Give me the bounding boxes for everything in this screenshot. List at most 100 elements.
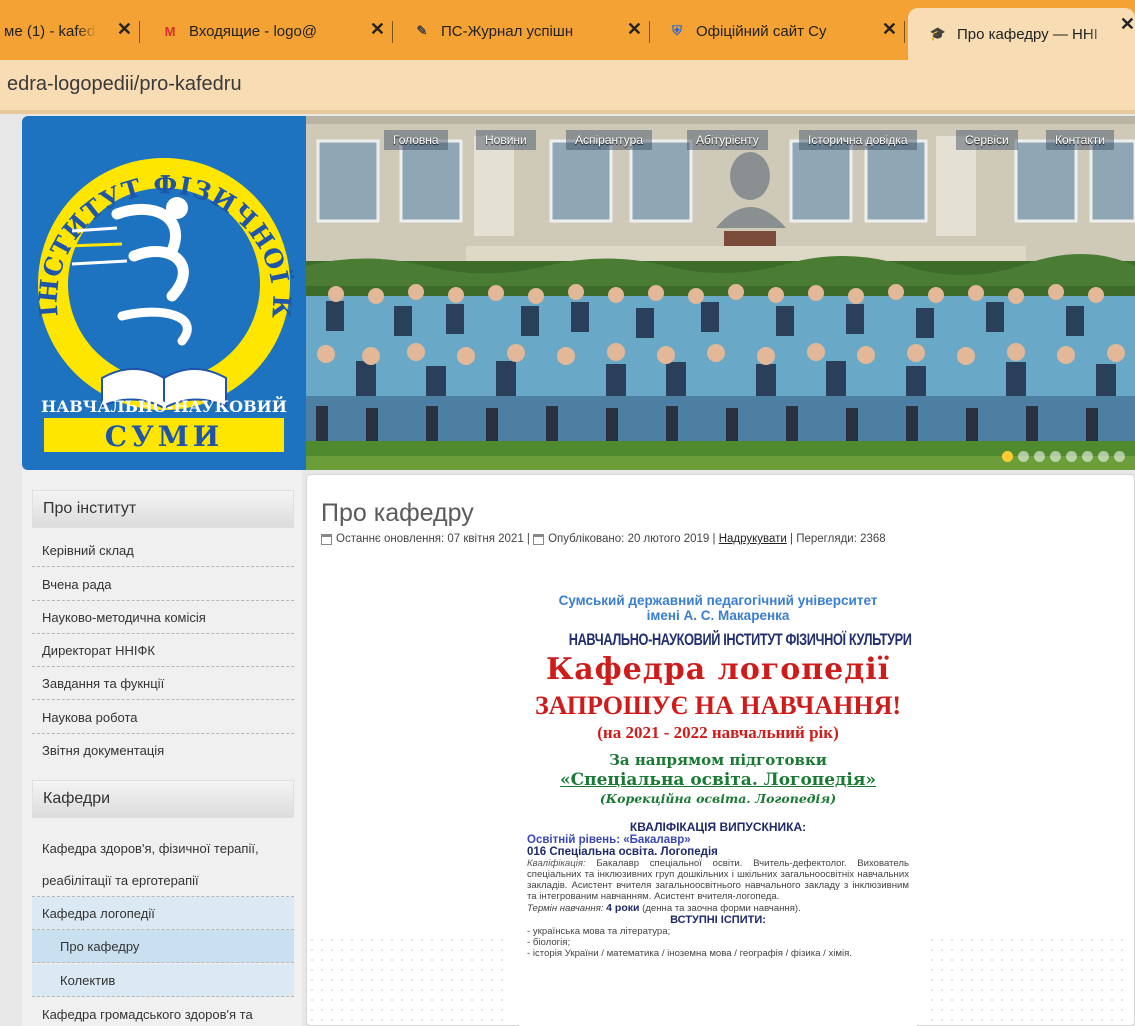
- slider-dots: [1002, 451, 1125, 462]
- sidebar-item-dept-health[interactable]: Кафедра здоров'я, фізичної терапії,: [32, 832, 294, 865]
- background-texture: [927, 935, 1127, 1025]
- poster-year: (на 2021 - 2022 навчальний рік): [597, 723, 839, 742]
- university-shield-icon: ⛨: [672, 23, 682, 38]
- slider-dot[interactable]: [1002, 451, 1013, 462]
- tab-label: Про кафедру — ННІ: [957, 25, 1098, 43]
- poster-exam: - українська мова та література;: [527, 926, 671, 937]
- poster-direction: За напрямом підготовки: [609, 751, 827, 769]
- logo-line1: НАВЧАЛЬНО-НАУКОВИЙ: [41, 395, 287, 416]
- sidebar-item[interactable]: Вчена рада: [32, 568, 294, 601]
- group-photo: [306, 116, 1135, 470]
- sidebar-item[interactable]: Завдання та фукнції: [32, 667, 294, 700]
- divider: [0, 110, 1135, 114]
- main-content: Про кафедру Останнє оновлення: 07 квітня…: [306, 474, 1135, 1026]
- poster-department: Кафедра логопедії: [545, 652, 891, 687]
- poster-university: Сумський державний педагогічний універси…: [558, 593, 878, 608]
- sidebar-item[interactable]: Директорат ННІФК: [32, 634, 294, 667]
- page-title: Про кафедру: [321, 499, 474, 527]
- browser-tab[interactable]: ⛨ Офіційний сайт Су ✕: [655, 13, 905, 49]
- close-icon[interactable]: ✕: [1120, 14, 1135, 35]
- sidebar-item-dept-health-cont[interactable]: реабілітації та ерготерапії: [32, 864, 294, 897]
- poster-specialty: «Спеціальна освіта. Логопедія»: [559, 770, 877, 790]
- sidebar-item-dept-public-health[interactable]: Кафедра громадського здоров'я та: [32, 998, 294, 1026]
- sidebar-heading-departments: Кафедри: [32, 780, 294, 818]
- poster-code: 016 Спеціальна освіта. Логопедія: [527, 846, 718, 858]
- browser-tab[interactable]: ✎ ПС-Журнал успішн ✕: [400, 13, 650, 49]
- close-icon[interactable]: ✕: [370, 19, 385, 40]
- journal-icon: ✎: [416, 23, 428, 38]
- poster-term-label: Термін навчання:: [527, 903, 604, 914]
- browser-tab[interactable]: ме (1) - kafedra ✕: [0, 13, 140, 49]
- print-link[interactable]: Надрукувати: [719, 533, 787, 545]
- sidebar-item-staff[interactable]: Колектив: [32, 964, 294, 997]
- slider-dot[interactable]: [1050, 451, 1061, 462]
- published-date: Опубліковано: 20 лютого 2019: [548, 533, 710, 545]
- main-menu: Головна Новини Аспірантура Абітурієнту І…: [306, 130, 1135, 154]
- poster-term-rest: (денна та заочна форми навчання).: [639, 903, 801, 914]
- sidebar-item[interactable]: Звітня документація: [32, 734, 294, 767]
- tab-label: ПС-Журнал успішн: [441, 22, 574, 40]
- poster-specialty-sub: (Корекційна освіта. Логопедія): [599, 791, 837, 806]
- header-photo: Головна Новини Аспірантура Абітурієнту І…: [306, 116, 1135, 470]
- poster-institute: НАВЧАЛЬНО-НАУКОВИЙ ІНСТИТУТ ФІЗИЧНОЇ КУЛ…: [568, 630, 912, 649]
- browser-tab-active[interactable]: 🎓 Про кафедру — ННІ ✕: [908, 8, 1135, 60]
- calendar-icon: [321, 533, 332, 545]
- browser-tab[interactable]: M Входящие - logo@ ✕: [148, 13, 393, 49]
- poster-qualification-heading: КВАЛІФІКАЦІЯ ВИПУСКНИКА:: [629, 820, 807, 834]
- meta-separator: |: [786, 533, 797, 545]
- sidebar-heading-institute: Про інститут: [32, 490, 294, 528]
- poster-exam: - історія України / математика / іноземн…: [527, 948, 852, 959]
- sidebar-item-about-dept[interactable]: Про кафедру: [32, 930, 294, 963]
- logo-emblem: ІНСТИТУТ ФІЗИЧНОЇ КУЛЬТУРИ НАВЧАЛЬНО-НАУ…: [22, 116, 295, 453]
- poster-exams-heading: ВСТУПНІ ІСПИТИ:: [670, 914, 766, 926]
- menu-item-history[interactable]: Історична довідка: [799, 130, 917, 150]
- slider-dot[interactable]: [1114, 451, 1125, 462]
- menu-item-contacts[interactable]: Контакти: [1046, 130, 1114, 150]
- poster-qual-label: Кваліфікація:: [527, 858, 586, 869]
- sidebar-item[interactable]: Керівний склад: [32, 534, 294, 567]
- tab-label: Офіційний сайт Су: [696, 22, 827, 40]
- updated-date: Останнє оновлення: 07 квітня 2021: [336, 533, 524, 545]
- poster-university-name: імені А. С. Макаренка: [646, 608, 790, 623]
- close-icon[interactable]: ✕: [627, 19, 642, 40]
- calendar-icon: [533, 533, 545, 545]
- gmail-icon: M: [164, 23, 176, 39]
- logo-line2: СУМИ: [105, 420, 223, 453]
- close-icon[interactable]: ✕: [117, 19, 132, 40]
- slider-dot[interactable]: [1034, 451, 1045, 462]
- poster-exam: - біологія;: [527, 937, 571, 948]
- address-bar[interactable]: edra-logopedii/pro-kafedru: [0, 60, 1135, 110]
- sidebar-item[interactable]: Наукова робота: [32, 701, 294, 734]
- sidebar-item[interactable]: Науково-методична комісія: [32, 601, 294, 634]
- slider-dot[interactable]: [1018, 451, 1029, 462]
- admission-poster: Сумський державний педагогічний універси…: [519, 581, 917, 1026]
- poster-qualification-text: Кваліфікація: Бакалавр спеціальної освіт…: [527, 858, 909, 902]
- sidebar-item-dept-logopedics[interactable]: Кафедра логопедії: [32, 897, 294, 930]
- poster-term-value: 4 роки: [606, 902, 640, 914]
- views-count: Перегляди: 2368: [796, 533, 886, 545]
- menu-item-applicants[interactable]: Абітурієнту: [687, 130, 768, 150]
- poster-term: Термін навчання: 4 роки (денна та заочна…: [527, 902, 909, 914]
- menu-item-news[interactable]: Новини: [476, 130, 536, 150]
- poster-level: Освітній рівень: «Бакалавр»: [527, 834, 691, 846]
- meta-separator: |: [709, 533, 719, 545]
- url-text[interactable]: edra-logopedii/pro-kafedru: [7, 73, 242, 96]
- tab-label: ме (1) - kafedra: [4, 22, 96, 40]
- slider-dot[interactable]: [1082, 451, 1093, 462]
- poster-body: Освітній рівень: «Бакалавр» 016 Спеціаль…: [519, 834, 917, 959]
- menu-item-services[interactable]: Сервіси: [956, 130, 1018, 150]
- background-texture: [307, 935, 507, 1025]
- article-meta: Останнє оновлення: 07 квітня 2021 | Опуб…: [321, 533, 886, 545]
- poster-invite: ЗАПРОШУЄ НА НАВЧАННЯ!: [534, 691, 902, 720]
- menu-item-postgrad[interactable]: Аспірантура: [566, 130, 652, 150]
- sidebar: Про інститут Керівний склад Вчена рада Н…: [22, 470, 302, 1026]
- slider-dot[interactable]: [1066, 451, 1077, 462]
- institute-logo[interactable]: ІНСТИТУТ ФІЗИЧНОЇ КУЛЬТУРИ НАВЧАЛЬНО-НАУ…: [22, 116, 306, 470]
- slider-dot[interactable]: [1098, 451, 1109, 462]
- close-icon[interactable]: ✕: [882, 19, 897, 40]
- menu-item-home[interactable]: Головна: [384, 130, 448, 150]
- tab-label: Входящие - logo@: [189, 22, 318, 40]
- graduation-cap-icon: 🎓: [929, 26, 947, 41]
- meta-separator: |: [523, 533, 534, 545]
- browser-tab-bar: ме (1) - kafedra ✕ M Входящие - logo@ ✕ …: [0, 0, 1135, 60]
